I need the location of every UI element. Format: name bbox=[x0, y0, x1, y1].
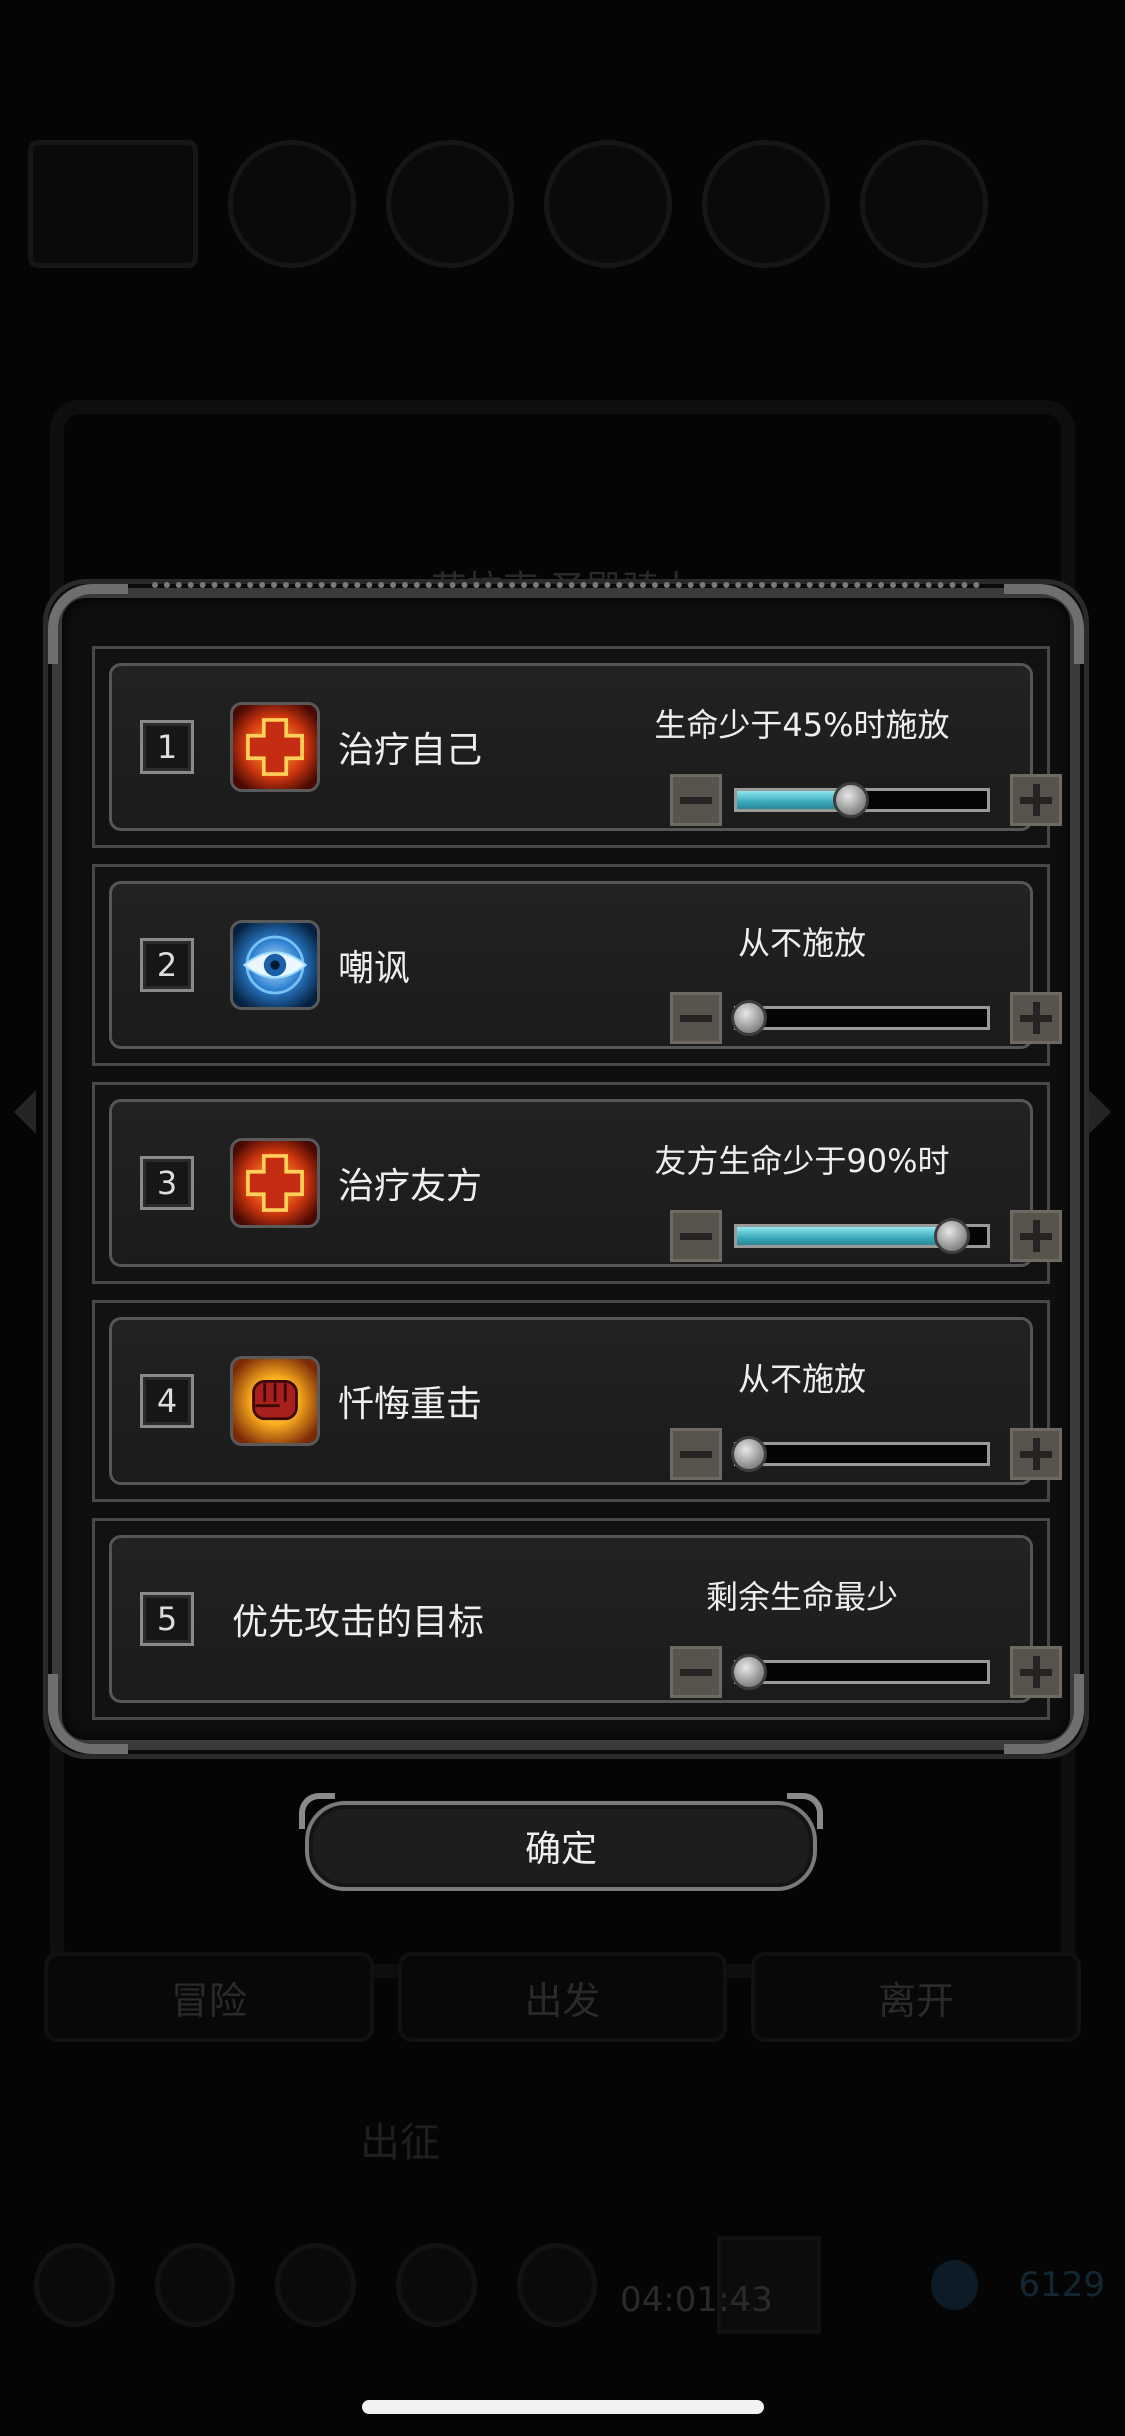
bottom-bar: 6129 bbox=[34, 2236, 1106, 2334]
chevron-right-icon bbox=[1089, 1090, 1111, 1134]
fist-strike-icon bbox=[230, 1356, 320, 1446]
tab-depart: 出发 bbox=[397, 1952, 728, 2042]
confirm-button[interactable]: 确定 bbox=[299, 1793, 823, 1891]
skill-row-panel: 4 忏悔重击 从不施放 bbox=[109, 1317, 1062, 1485]
target-slider[interactable] bbox=[731, 1654, 990, 1690]
row-number: 1 bbox=[140, 720, 194, 774]
minus-icon bbox=[680, 1450, 712, 1458]
hero-slot bbox=[228, 140, 356, 268]
gem-count: 6129 bbox=[1018, 2265, 1106, 2305]
plus-icon-stroke bbox=[1032, 1220, 1040, 1252]
hero-slot bbox=[386, 140, 514, 268]
tab-adventure: 冒险 bbox=[44, 1952, 374, 2042]
home-indicator bbox=[362, 2400, 764, 2414]
increase-button[interactable] bbox=[1010, 1646, 1062, 1698]
target-priority-label: 优先攻击的目标 bbox=[232, 1602, 485, 1643]
skill-row: 1 治疗自己 生命少于45%时施放 bbox=[92, 646, 1062, 848]
menu-icon bbox=[154, 2243, 236, 2327]
slider-handle[interactable] bbox=[731, 1436, 767, 1472]
threshold-slider[interactable] bbox=[731, 1436, 990, 1472]
row-number: 3 bbox=[140, 1156, 194, 1210]
row-number: 4 bbox=[140, 1374, 194, 1428]
row-number: 5 bbox=[140, 1592, 194, 1646]
cast-condition: 从不施放 bbox=[737, 1360, 866, 1398]
slider-handle[interactable] bbox=[934, 1218, 971, 1254]
expedition-label: 出征 bbox=[360, 2120, 440, 2166]
bottom-tabs: 冒险 出发 离开 bbox=[44, 1952, 1082, 2042]
skill-list: 1 治疗自己 生命少于45%时施放 2 嘲讽 从不施放 3 治疗友方 友方生命少… bbox=[92, 646, 1062, 1736]
decrease-button[interactable] bbox=[670, 1646, 722, 1698]
minus-icon bbox=[680, 796, 712, 804]
threshold-slider[interactable] bbox=[731, 1000, 990, 1036]
menu-icon bbox=[516, 2243, 598, 2327]
decrease-button[interactable] bbox=[670, 992, 722, 1044]
plus-icon-stroke bbox=[1032, 1656, 1040, 1688]
timer: 04:01:43 bbox=[620, 2280, 773, 2320]
minus-icon bbox=[680, 1014, 712, 1022]
plus-icon-stroke bbox=[1032, 1002, 1040, 1034]
cast-condition: 生命少于45%时施放 bbox=[654, 706, 950, 744]
menu-icon bbox=[395, 2243, 477, 2327]
hero-slot bbox=[702, 140, 830, 268]
menu-icon bbox=[275, 2243, 356, 2327]
decrease-button[interactable] bbox=[670, 1428, 722, 1480]
menu-icon bbox=[34, 2243, 115, 2327]
eye-taunt-icon bbox=[230, 920, 320, 1010]
plus-icon-stroke bbox=[1032, 784, 1040, 816]
skill-name: 忏悔重击 bbox=[338, 1384, 483, 1425]
hero-slot bbox=[28, 140, 198, 268]
slider-handle[interactable] bbox=[731, 1000, 767, 1036]
hero-slots bbox=[28, 140, 1097, 268]
slider-handle[interactable] bbox=[832, 782, 869, 818]
skill-name: 嘲讽 bbox=[338, 948, 411, 989]
increase-button[interactable] bbox=[1010, 1428, 1062, 1480]
decrease-button[interactable] bbox=[670, 774, 722, 826]
cast-condition: 从不施放 bbox=[737, 924, 866, 962]
tab-leave: 离开 bbox=[751, 1952, 1082, 2042]
threshold-slider[interactable] bbox=[734, 1218, 990, 1254]
skill-name: 治疗友方 bbox=[338, 1166, 483, 1207]
skill-row: 4 忏悔重击 从不施放 bbox=[92, 1300, 1062, 1502]
frame-ornament bbox=[152, 582, 980, 602]
heal-cross-icon bbox=[230, 702, 320, 792]
target-condition: 剩余生命最少 bbox=[705, 1578, 898, 1616]
increase-button[interactable] bbox=[1010, 992, 1062, 1044]
plus-icon-stroke bbox=[1032, 1438, 1040, 1470]
skill-row: 2 嘲讽 从不施放 bbox=[92, 864, 1062, 1066]
target-priority-row: 5 优先攻击的目标 剩余生命最少 bbox=[92, 1518, 1062, 1720]
increase-button[interactable] bbox=[1010, 774, 1062, 826]
hero-slot bbox=[860, 140, 988, 268]
row-number: 2 bbox=[140, 938, 194, 992]
skill-row-panel: 3 治疗友方 友方生命少于90%时 bbox=[109, 1099, 1062, 1267]
minus-icon bbox=[680, 1232, 712, 1240]
chevron-left-icon bbox=[14, 1090, 36, 1134]
heal-cross-icon bbox=[230, 1138, 320, 1228]
cast-condition: 友方生命少于90%时 bbox=[654, 1142, 950, 1180]
decrease-button[interactable] bbox=[670, 1210, 722, 1262]
skill-row-panel: 2 嘲讽 从不施放 bbox=[109, 881, 1062, 1049]
skill-name: 治疗自己 bbox=[338, 730, 483, 771]
skill-row-panel: 5 优先攻击的目标 剩余生命最少 bbox=[109, 1535, 1062, 1703]
skill-row-panel: 1 治疗自己 生命少于45%时施放 bbox=[109, 663, 1062, 831]
gem-icon bbox=[930, 2260, 979, 2310]
increase-button[interactable] bbox=[1010, 1210, 1062, 1262]
skill-settings-dialog: 1 治疗自己 生命少于45%时施放 2 嘲讽 从不施放 3 治疗友方 友方生命少… bbox=[48, 582, 1084, 1754]
slider-fill bbox=[737, 1227, 953, 1245]
minus-icon bbox=[680, 1668, 712, 1676]
skill-row: 3 治疗友方 友方生命少于90%时 bbox=[92, 1082, 1062, 1284]
hero-slot bbox=[544, 140, 672, 268]
threshold-slider[interactable] bbox=[734, 782, 990, 818]
slider-handle[interactable] bbox=[731, 1654, 767, 1690]
